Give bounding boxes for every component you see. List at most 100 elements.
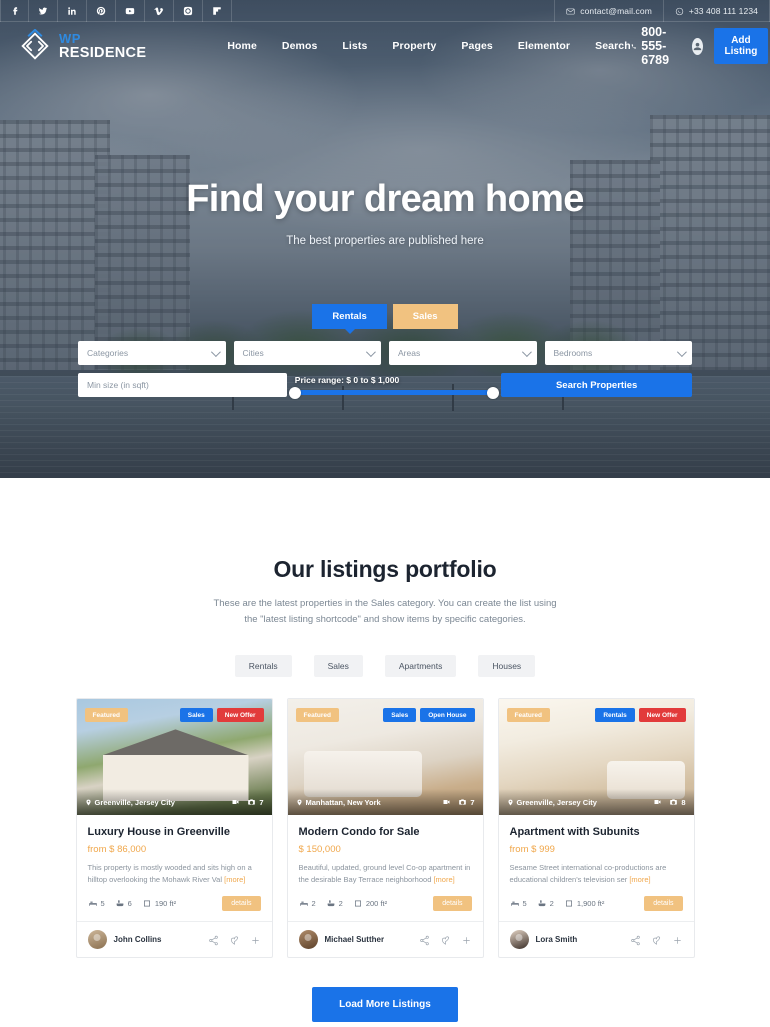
- bed-icon: [299, 901, 308, 906]
- property-description: Beautiful, updated, ground level Co-op a…: [299, 862, 472, 886]
- flipboard-icon[interactable]: [203, 0, 232, 22]
- pinterest-icon[interactable]: [87, 0, 116, 22]
- filter-sales[interactable]: Sales: [313, 655, 363, 678]
- agent-name[interactable]: John Collins: [114, 935, 162, 944]
- filter-apartments[interactable]: Apartments: [384, 655, 457, 678]
- property-title[interactable]: Luxury House in Greenville: [88, 826, 261, 838]
- agent-name[interactable]: Lora Smith: [536, 935, 578, 944]
- spec-beds: 5: [510, 899, 527, 908]
- instagram-icon[interactable]: [174, 0, 203, 22]
- min-size-input[interactable]: Min size (in sqft): [78, 373, 287, 397]
- property-card[interactable]: Featured Sales New Offer Greenville, Jer…: [75, 698, 273, 958]
- card-actions: [630, 934, 683, 945]
- filter-houses[interactable]: Houses: [478, 655, 536, 678]
- filter-rentals[interactable]: Rentals: [234, 655, 292, 678]
- details-button[interactable]: details: [644, 895, 683, 911]
- hero-section: contact@mail.com +33 408 111 1234 WP RES…: [0, 0, 770, 478]
- bedrooms-select[interactable]: Bedrooms: [544, 341, 692, 365]
- badges-right: Rentals New Offer: [595, 708, 686, 723]
- area-icon: [354, 900, 361, 907]
- avatar: [509, 929, 529, 949]
- property-card-footer: Michael Sutther: [287, 920, 483, 957]
- compare-button[interactable]: [461, 934, 472, 945]
- vimeo-icon[interactable]: [145, 0, 174, 22]
- property-title[interactable]: Modern Condo for Sale: [299, 826, 472, 838]
- nav-item-elementor[interactable]: Elementor: [518, 40, 570, 52]
- property-image[interactable]: Featured Sales Open House Manhattan, New…: [287, 699, 483, 816]
- property-card[interactable]: Featured Sales Open House Manhattan, New…: [286, 698, 484, 958]
- favorite-button[interactable]: [440, 934, 451, 945]
- heart-icon: [652, 936, 660, 945]
- facebook-icon[interactable]: [0, 0, 29, 22]
- compare-button[interactable]: [250, 934, 261, 945]
- favorite-button[interactable]: [651, 934, 662, 945]
- property-card[interactable]: Featured Rentals New Offer Greenville, J…: [497, 698, 695, 958]
- top-phone-text: +33 408 111 1234: [688, 6, 758, 16]
- baths-value: 6: [127, 898, 132, 908]
- price-range-label: Price range: $ 0 to $ 1,000: [294, 375, 400, 385]
- compare-button[interactable]: [672, 934, 683, 945]
- property-image[interactable]: Featured Sales New Offer Greenville, Jer…: [76, 699, 272, 816]
- add-listing-button[interactable]: Add Listing: [713, 28, 769, 64]
- top-utility-bar: contact@mail.com +33 408 111 1234: [0, 0, 770, 22]
- price-prefix: from: [509, 844, 532, 856]
- share-button[interactable]: [419, 934, 430, 945]
- nav-item-pages[interactable]: Pages: [461, 40, 492, 52]
- media-counts: 7: [231, 798, 264, 807]
- price-value: $ 999: [531, 844, 555, 856]
- area-icon: [143, 900, 150, 907]
- categories-select[interactable]: Categories: [78, 341, 226, 365]
- property-specs: 5 6 190 ft² details: [88, 895, 261, 921]
- areas-select[interactable]: Areas: [389, 341, 537, 365]
- search-tab-rentals[interactable]: Rentals: [312, 304, 387, 329]
- youtube-icon[interactable]: [116, 0, 145, 22]
- favorite-button[interactable]: [229, 934, 240, 945]
- property-title[interactable]: Apartment with Subunits: [510, 826, 683, 838]
- photo-count: 8: [669, 798, 686, 807]
- top-email[interactable]: contact@mail.com: [554, 0, 663, 22]
- read-more-link[interactable]: [more]: [433, 875, 454, 884]
- details-button[interactable]: details: [222, 895, 261, 911]
- nav-item-search[interactable]: Search: [595, 40, 631, 52]
- video-count: [231, 798, 240, 806]
- account-icon[interactable]: [691, 37, 703, 55]
- search-properties-button[interactable]: Search Properties: [501, 373, 693, 397]
- nav-item-property[interactable]: Property: [392, 40, 436, 52]
- twitter-icon[interactable]: [29, 0, 58, 22]
- load-more-listings-button[interactable]: Load More Listings: [312, 986, 458, 1022]
- price-range-track[interactable]: [288, 386, 500, 399]
- top-phone[interactable]: +33 408 111 1234: [662, 0, 770, 22]
- cities-select[interactable]: Cities: [233, 341, 381, 365]
- nav-item-lists[interactable]: Lists: [342, 40, 367, 52]
- agent-name[interactable]: Michael Sutther: [325, 935, 385, 944]
- avatar: [298, 929, 318, 949]
- property-image[interactable]: Featured Rentals New Offer Greenville, J…: [498, 699, 694, 816]
- nav-item-demos[interactable]: Demos: [282, 40, 318, 52]
- load-more-wrapper: Load More Listings: [0, 986, 770, 1027]
- site-logo[interactable]: WP RESIDENCE: [18, 28, 146, 63]
- nav-item-home[interactable]: Home: [227, 40, 257, 52]
- linkedin-icon[interactable]: [58, 0, 87, 22]
- badges-right: Sales Open House: [383, 708, 475, 723]
- header-phone[interactable]: 800-555-6789: [631, 25, 681, 67]
- search-type-tabs: Rentals Sales: [0, 304, 770, 329]
- read-more-link[interactable]: [more]: [629, 875, 650, 884]
- price-range-knob-min[interactable]: [288, 386, 301, 399]
- badge-type: Sales: [179, 708, 213, 723]
- property-search-form: Categories Cities Areas Bedrooms Min siz…: [78, 341, 693, 399]
- read-more-link[interactable]: [more]: [224, 875, 245, 884]
- details-button[interactable]: details: [433, 895, 472, 911]
- search-tab-sales[interactable]: Sales: [392, 304, 458, 329]
- share-button[interactable]: [208, 934, 219, 945]
- share-button[interactable]: [630, 934, 641, 945]
- share-icon: [208, 935, 218, 945]
- badges-left: Featured: [84, 708, 128, 723]
- nav-actions: 800-555-6789 Add Listing: [631, 25, 769, 67]
- property-specs: 5 2 1,900 ft² details: [510, 895, 683, 921]
- price-range-knob-max[interactable]: [487, 386, 500, 399]
- spec-area: 200 ft²: [353, 899, 387, 908]
- price-range-slider[interactable]: Price range: $ 0 to $ 1,000: [288, 373, 500, 399]
- property-location-text: Greenville, Jersey City: [516, 797, 597, 807]
- spec-beds: 5: [88, 899, 105, 908]
- badge-type: Sales: [383, 708, 417, 723]
